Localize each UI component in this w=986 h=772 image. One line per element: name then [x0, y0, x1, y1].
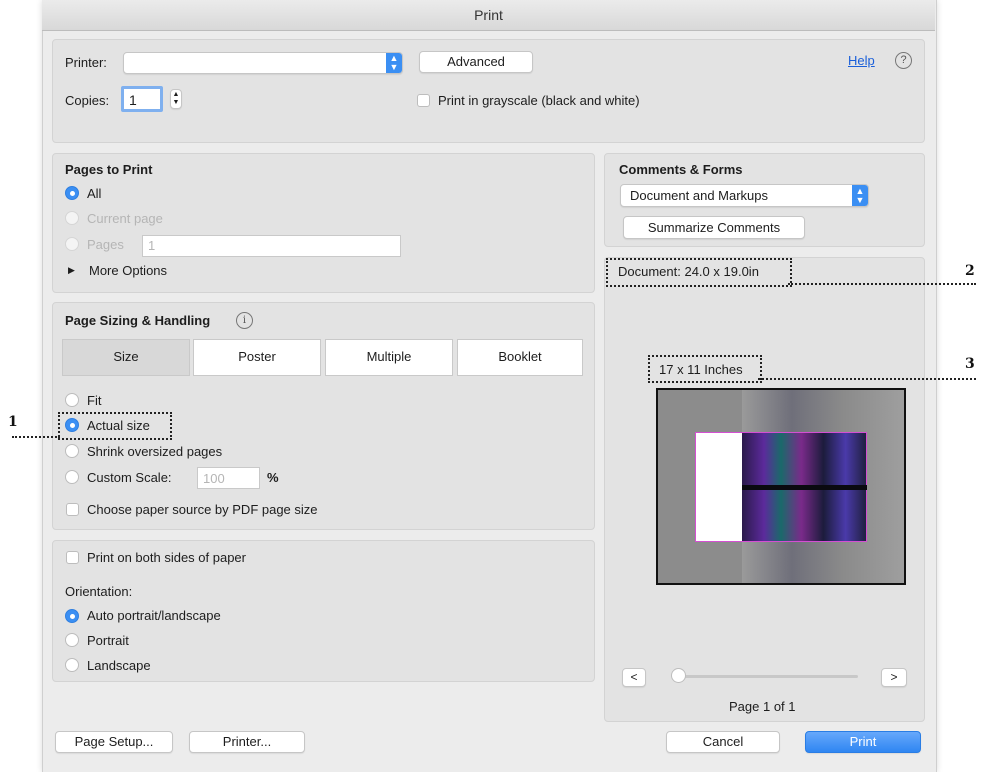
pages-all-radio[interactable]: [65, 186, 79, 200]
printer-select[interactable]: ▲ ▼: [123, 52, 403, 74]
portrait-label: Portrait: [87, 633, 129, 648]
landscape-label: Landscape: [87, 658, 151, 673]
callout-box-1: [58, 412, 172, 440]
cancel-button[interactable]: Cancel: [666, 731, 780, 753]
copies-field[interactable]: 1: [121, 86, 163, 112]
paper-source-checkbox[interactable]: [66, 503, 79, 516]
page-sizing-title: Page Sizing & Handling: [65, 313, 211, 328]
pages-current-radio[interactable]: [65, 211, 79, 225]
comments-forms-select[interactable]: Document and Markups ▲ ▼: [620, 184, 869, 207]
printer-label: Printer:: [65, 55, 107, 70]
landscape-radio[interactable]: [65, 658, 79, 672]
printer-button[interactable]: Printer...: [189, 731, 305, 753]
next-page-button[interactable]: >: [881, 668, 907, 687]
comments-forms-value: Document and Markups: [630, 188, 769, 203]
custom-scale-label: Custom Scale:: [87, 470, 172, 485]
auto-orientation-label: Auto portrait/landscape: [87, 608, 221, 623]
print-button[interactable]: Print: [805, 731, 921, 753]
page-slider-thumb[interactable]: [671, 668, 686, 683]
help-icon[interactable]: ?: [895, 52, 912, 69]
prev-page-button[interactable]: <: [622, 668, 646, 687]
preview-glitch-band: [742, 485, 867, 490]
chevron-updown-icon: ▲ ▼: [386, 53, 402, 73]
pages-to-print-title: Pages to Print: [65, 162, 153, 177]
summarize-comments-button[interactable]: Summarize Comments: [623, 216, 805, 239]
callout-label-3: 3: [965, 356, 975, 372]
shrink-label: Shrink oversized pages: [87, 444, 223, 459]
advanced-button[interactable]: Advanced: [419, 51, 533, 73]
portrait-radio[interactable]: [65, 633, 79, 647]
custom-scale-unit: %: [267, 470, 279, 485]
both-sides-checkbox[interactable]: [66, 551, 79, 564]
pages-range-input[interactable]: 1: [142, 235, 401, 257]
custom-scale-radio[interactable]: [65, 470, 79, 484]
help-link[interactable]: Help: [848, 53, 875, 68]
callout-label-1: 1: [8, 414, 18, 430]
orientation-title: Orientation:: [65, 584, 133, 599]
grayscale-label: Print in grayscale (black and white): [438, 93, 640, 108]
callout-line-1: [12, 436, 60, 438]
tab-booklet[interactable]: Booklet: [457, 339, 583, 376]
chevron-updown-icon: ▲ ▼: [852, 185, 868, 206]
window-title: Print: [42, 0, 935, 31]
more-options-label[interactable]: More Options: [89, 263, 167, 278]
info-icon[interactable]: i: [236, 312, 253, 329]
callout-line-2: [788, 283, 976, 285]
callout-box-3: [648, 355, 762, 383]
grayscale-checkbox[interactable]: [417, 94, 430, 107]
page-count-label: Page 1 of 1: [729, 699, 796, 714]
copies-label: Copies:: [65, 93, 110, 108]
both-sides-label: Print on both sides of paper: [87, 550, 246, 565]
auto-orientation-radio[interactable]: [65, 609, 79, 623]
callout-label-2: 2: [965, 263, 975, 279]
fit-radio[interactable]: [65, 393, 79, 407]
page-slider-track[interactable]: [680, 675, 858, 678]
chevron-down-icon: ▼: [172, 99, 180, 106]
custom-scale-value: 100: [203, 471, 225, 486]
page-setup-button[interactable]: Page Setup...: [55, 731, 173, 753]
page-preview: [656, 388, 906, 585]
chevron-up-icon: ▲: [172, 91, 180, 98]
pages-range-value: 1: [148, 238, 156, 253]
tab-size[interactable]: Size: [62, 339, 190, 376]
shrink-radio[interactable]: [65, 444, 79, 458]
copies-value: 1: [129, 92, 137, 108]
disclosure-triangle-icon[interactable]: ▶: [68, 265, 75, 276]
fit-label: Fit: [87, 393, 102, 408]
pages-range-label: Pages: [87, 237, 124, 252]
tab-poster[interactable]: Poster: [193, 339, 321, 376]
pages-range-radio[interactable]: [65, 237, 79, 251]
pages-current-label: Current page: [87, 211, 163, 226]
custom-scale-input[interactable]: 100: [197, 467, 260, 489]
comments-forms-title: Comments & Forms: [619, 162, 743, 177]
callout-box-2: [606, 258, 792, 287]
copies-stepper[interactable]: ▲ ▼: [170, 89, 182, 109]
callout-line-3: [758, 378, 976, 380]
paper-source-label: Choose paper source by PDF page size: [87, 502, 318, 517]
tab-multiple[interactable]: Multiple: [325, 339, 453, 376]
pages-all-label: All: [87, 186, 102, 201]
